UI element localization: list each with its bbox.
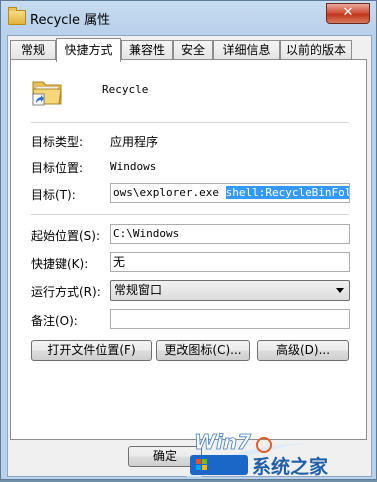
target-type-value: 应用程序 — [110, 135, 159, 149]
watermark-text: 系统之家 — [252, 455, 329, 478]
target-text: ows\explorer.exe — [113, 186, 226, 199]
start-in-label: 起始位置(S): — [31, 229, 101, 243]
tab-security[interactable]: 安全 — [173, 40, 213, 60]
separator — [31, 214, 349, 215]
run-select[interactable]: 常规窗口 — [110, 280, 350, 301]
properties-window: Recycle 属性 ✕ 常规 快捷方式 兼容性 安全 详细信息 以前的版本 R… — [0, 0, 377, 480]
watermark-win7-text: Win7 — [194, 430, 251, 454]
tab-previous-versions[interactable]: 以前的版本 — [280, 40, 352, 60]
tab-compatibility[interactable]: 兼容性 — [121, 40, 173, 60]
watermark: Win7 系统之家 — [176, 421, 376, 479]
tab-shortcut[interactable]: 快捷方式 — [56, 38, 121, 62]
window-title: Recycle 属性 — [30, 13, 111, 28]
shortcut-name: Recycle — [102, 83, 149, 96]
dropdown-arrow-icon — [336, 288, 344, 293]
watermark-logo: Win7 系统之家 — [186, 430, 329, 478]
comment-label: 备注(O): — [31, 314, 78, 328]
title-bar[interactable]: Recycle 属性 ✕ — [1, 1, 376, 35]
tab-details[interactable]: 详细信息 — [213, 40, 280, 60]
target-location-value: Windows — [110, 160, 157, 173]
folder-shortcut-icon — [31, 76, 63, 108]
separator — [31, 122, 349, 123]
comment-field[interactable] — [110, 309, 350, 329]
folder-icon — [8, 7, 26, 25]
start-in-field[interactable]: C:\Windows — [110, 224, 350, 244]
advanced-button[interactable]: 高级(D)... — [257, 340, 349, 361]
run-label: 运行方式(R): — [31, 285, 101, 299]
close-button[interactable]: ✕ — [326, 3, 370, 24]
shortcut-key-field[interactable]: 无 — [110, 252, 350, 272]
shortcut-panel: Recycle 目标类型: 应用程序 目标位置: Windows 目标(T): … — [10, 59, 367, 440]
shortcut-key-label: 快捷键(K): — [31, 257, 89, 271]
target-field[interactable]: ows\explorer.exe shell:RecycleBinFolder — [110, 183, 350, 203]
change-icon-button[interactable]: 更改图标(C)... — [156, 340, 250, 361]
target-selected-text: shell:RecycleBinFolder — [225, 186, 349, 199]
dialog-client: 常规 快捷方式 兼容性 安全 详细信息 以前的版本 Recycle 目标类型: — [7, 35, 372, 477]
tab-general[interactable]: 常规 — [10, 40, 56, 60]
target-label: 目标(T): — [31, 188, 76, 202]
target-type-label: 目标类型: — [31, 135, 84, 149]
target-location-label: 目标位置: — [31, 161, 84, 175]
run-selected-value: 常规窗口 — [114, 283, 163, 297]
open-file-location-button[interactable]: 打开文件位置(F) — [31, 340, 152, 361]
